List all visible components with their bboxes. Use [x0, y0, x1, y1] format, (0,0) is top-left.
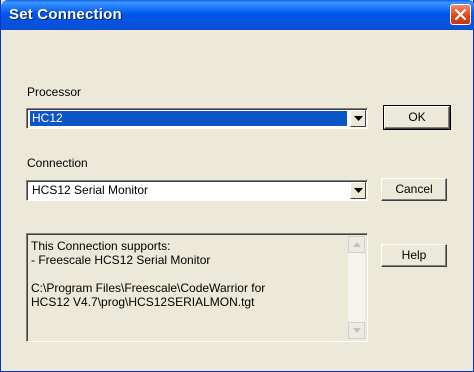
set-connection-dialog: Set Connection Processor HC12 Connection…: [0, 0, 474, 372]
scroll-down-button[interactable]: [348, 322, 365, 339]
connection-dropdown[interactable]: HCS12 Serial Monitor: [26, 180, 368, 201]
connection-label: Connection: [27, 156, 88, 170]
processor-dropdown-button[interactable]: [350, 110, 366, 127]
processor-label: Processor: [27, 85, 82, 99]
close-button[interactable]: [450, 4, 471, 25]
connection-info-text: This Connection supports: - Freescale HC…: [31, 239, 266, 309]
scroll-down-arrow-icon: [353, 328, 361, 333]
processor-dropdown[interactable]: HC12: [26, 108, 368, 129]
title-bar[interactable]: Set Connection: [1, 0, 474, 30]
connection-dropdown-button[interactable]: [350, 182, 366, 199]
ok-button[interactable]: OK: [383, 105, 451, 130]
chevron-down-icon: [354, 116, 363, 121]
close-icon: [455, 9, 466, 20]
processor-selected-value: HC12: [30, 111, 347, 126]
help-button[interactable]: Help: [381, 244, 447, 267]
dialog-title: Set Connection: [9, 6, 122, 23]
cancel-button[interactable]: Cancel: [381, 178, 447, 201]
info-scrollbar[interactable]: [348, 236, 365, 339]
connection-selected-value: HCS12 Serial Monitor: [32, 183, 149, 197]
connection-info-box[interactable]: This Connection supports: - Freescale HC…: [26, 233, 368, 342]
scroll-up-arrow-icon: [353, 242, 361, 247]
scroll-up-button[interactable]: [348, 236, 365, 253]
chevron-down-icon: [354, 188, 363, 193]
